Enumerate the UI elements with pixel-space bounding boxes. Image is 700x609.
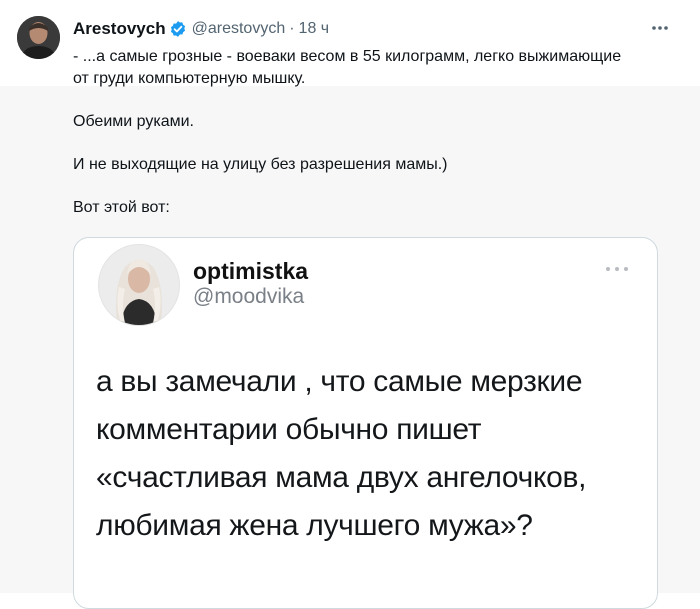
quoted-more-icon <box>602 262 632 274</box>
tweet-text-line: И не выходящие на улицу без разрешения м… <box>73 156 448 173</box>
quoted-author-name: optimistka <box>193 258 309 284</box>
quoted-author-avatar <box>98 244 180 326</box>
tweet-text-line: от груди компьютерную мышку. <box>73 70 306 87</box>
quoted-text-line: а вы замечали , что самые мерзкие <box>96 365 583 398</box>
verified-badge-icon <box>169 20 187 38</box>
tweet-header: Arestovych @arestovych · 18 ч <box>73 17 329 41</box>
quoted-text-line: «счастливая мама двух ангелочков, <box>96 461 587 494</box>
quoted-text-line: комментарии обычно пишет <box>96 413 482 446</box>
tweet-timestamp[interactable]: 18 ч <box>299 20 330 38</box>
quoted-tweet-image[interactable]: optimistka @moodvika а вы замечали , что… <box>73 237 658 609</box>
tweet-text-line: - ...а самые грозные - воеваки весом в 5… <box>73 48 622 65</box>
tweet-text: - ...а самые грозные - воеваки весом в 5… <box>73 46 673 219</box>
header-separator: · <box>289 20 295 37</box>
quoted-author-handle: @moodvika <box>193 285 305 308</box>
author-handle[interactable]: @arestovych <box>192 20 286 38</box>
tweet-text-line: Вот этой вот: <box>73 199 170 216</box>
author-name[interactable]: Arestovych <box>73 19 166 39</box>
author-avatar[interactable] <box>17 16 60 59</box>
tweet-text-line: Обеими руками. <box>73 113 194 130</box>
quoted-text-line: любимая жена лучшего мужа»? <box>96 509 533 542</box>
more-horizontal-icon[interactable] <box>649 17 671 39</box>
quoted-tweet-text: а вы замечали , что самые мерзкие коммен… <box>96 358 656 550</box>
